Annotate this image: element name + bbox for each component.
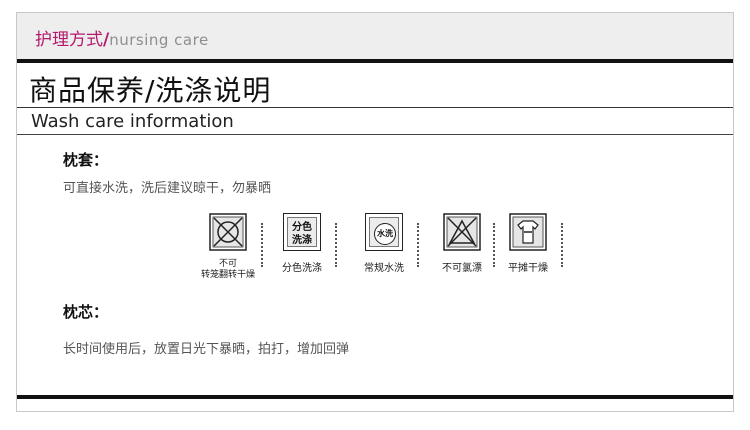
core-text: 长时间使用后，放置日光下暴晒，拍打，增加回弹 — [63, 342, 350, 357]
wash-separately-label: 分色洗涤 — [282, 263, 322, 274]
flat-dry-label: 平摊干燥 — [508, 263, 548, 274]
icon-divider — [335, 223, 339, 267]
normal-wash-label: 常规水洗 — [364, 263, 404, 274]
care-card: 护理方式/nursing care 商品保养/洗涤说明 Wash care in… — [16, 12, 734, 412]
core-heading: 枕芯： — [63, 303, 109, 321]
care-symbol-normal-wash: 水洗 常规水洗 — [349, 213, 419, 285]
header-title-cn: 护理方式 — [35, 30, 103, 50]
no-bleach-icon — [443, 213, 481, 251]
page-title: 商品保养/洗涤说明 — [29, 74, 272, 107]
pillowcase-heading: 枕套： — [63, 151, 109, 169]
icon-divider — [417, 223, 421, 267]
care-symbol-flat-dry: 平摊干燥 — [493, 213, 563, 285]
pillowcase-text: 可直接水洗，洗后建议晾干，勿暴晒 — [63, 181, 272, 196]
icon-divider — [261, 223, 265, 267]
care-symbol-no-tumble-dry: 不可 转笼翻转干燥 — [193, 213, 263, 285]
care-symbol-wash-separately: 分色 洗涤 分色洗涤 — [267, 213, 337, 285]
subtitle-divider — [17, 134, 733, 135]
top-divider — [17, 59, 733, 63]
header-title-en: nursing care — [109, 31, 209, 49]
bottom-divider — [17, 395, 733, 399]
flat-dry-icon — [509, 213, 547, 251]
page-subtitle: Wash care information — [31, 111, 234, 132]
no-tumble-dry-icon — [209, 213, 247, 251]
wash-separately-icon: 分色 洗涤 — [283, 213, 321, 251]
title-divider — [17, 107, 733, 108]
icon-divider — [561, 223, 565, 267]
section-header: 护理方式/nursing care — [35, 25, 209, 50]
normal-wash-icon: 水洗 — [365, 213, 403, 251]
